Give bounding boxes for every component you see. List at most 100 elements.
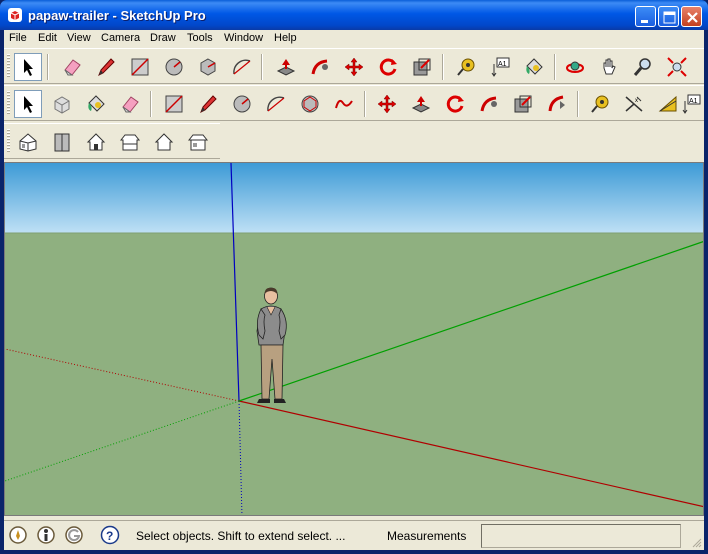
status-bar: ? Select objects. Shift to extend select… xyxy=(4,520,704,550)
rotate-tool-button[interactable] xyxy=(441,90,469,118)
geo-location-icon[interactable] xyxy=(8,525,28,545)
paint-bucket-tool-button[interactable] xyxy=(520,53,548,81)
right-view-button[interactable] xyxy=(116,128,144,156)
toolbar-grip[interactable] xyxy=(7,54,10,78)
svg-text:?: ? xyxy=(106,529,113,543)
menu-draw[interactable]: Draw xyxy=(150,32,176,44)
text-tool-button[interactable]: A1 xyxy=(677,90,705,118)
pencil-tool-button[interactable] xyxy=(92,53,120,81)
polygon-icon xyxy=(301,95,319,113)
measurements-input[interactable] xyxy=(481,524,681,548)
rotate-tool-button[interactable] xyxy=(374,53,402,81)
menu-edit[interactable]: Edit xyxy=(38,32,57,44)
tape-measure-icon xyxy=(457,58,475,76)
circle-icon xyxy=(233,95,251,113)
orbit-tool-button[interactable] xyxy=(561,53,589,81)
polygon-icon xyxy=(200,58,216,76)
credits-icon[interactable] xyxy=(36,525,56,545)
app-window: papaw-trailer - SketchUp Pro File Edit V… xyxy=(0,0,708,554)
paint-bucket-tool-button[interactable] xyxy=(82,90,110,118)
ground xyxy=(5,233,703,515)
front-view-button[interactable] xyxy=(82,128,110,156)
back-view-button[interactable] xyxy=(150,128,178,156)
move-tool-button[interactable] xyxy=(340,53,368,81)
top-view-button[interactable] xyxy=(48,128,76,156)
follow-me-tool-button[interactable] xyxy=(306,53,334,81)
pencil-tool-button[interactable] xyxy=(194,90,222,118)
scene-canvas[interactable] xyxy=(5,163,704,516)
scale-tool-button[interactable] xyxy=(408,53,436,81)
paint-bucket-icon xyxy=(88,95,105,112)
help-icon[interactable]: ? xyxy=(100,525,120,545)
toolbar-separator xyxy=(364,91,366,117)
rotate-icon xyxy=(379,58,397,76)
text-tool-button[interactable]: A1 xyxy=(486,53,514,81)
select-tool-button[interactable] xyxy=(14,53,42,81)
iso-view-button[interactable] xyxy=(14,128,42,156)
toolbar-grip[interactable] xyxy=(7,91,10,115)
make-component-icon xyxy=(54,96,70,114)
menu-window[interactable]: Window xyxy=(224,32,263,44)
make-component-tool-button[interactable] xyxy=(48,90,76,118)
circle-tool-button[interactable] xyxy=(228,90,256,118)
eraser-tool-button[interactable] xyxy=(116,90,144,118)
menu-camera[interactable]: Camera xyxy=(101,32,140,44)
push-pull-tool-button[interactable] xyxy=(407,90,435,118)
toolbar-separator xyxy=(47,54,49,80)
menu-help[interactable]: Help xyxy=(274,32,297,44)
eraser-icon xyxy=(122,96,139,113)
sketchup-logo-icon xyxy=(8,8,22,22)
close-button[interactable] xyxy=(681,6,702,27)
svg-text:x: x xyxy=(635,98,638,104)
left-view-button[interactable] xyxy=(184,128,212,156)
rectangle-tool-button[interactable] xyxy=(160,90,188,118)
window-title: papaw-trailer - SketchUp Pro xyxy=(28,8,206,23)
polygon-tool-button[interactable] xyxy=(296,90,324,118)
follow-me-tool-button[interactable] xyxy=(475,90,503,118)
title-bar[interactable]: papaw-trailer - SketchUp Pro xyxy=(0,0,708,30)
menu-view[interactable]: View xyxy=(67,32,91,44)
tape-measure-tool-button[interactable] xyxy=(586,90,614,118)
move-tool-button[interactable] xyxy=(373,90,401,118)
pan-tool-button[interactable] xyxy=(595,53,623,81)
rectangle-tool-button[interactable] xyxy=(126,53,154,81)
arc-tool-button[interactable] xyxy=(262,90,290,118)
toolbar-separator xyxy=(442,54,444,80)
iso-view-icon xyxy=(19,133,37,152)
right-view-icon xyxy=(119,134,141,151)
offset-icon xyxy=(548,95,565,112)
sign-in-icon[interactable] xyxy=(64,525,84,545)
zoom-tool-button[interactable] xyxy=(629,53,657,81)
freehand-tool-button[interactable] xyxy=(330,90,358,118)
menu-file[interactable]: File xyxy=(9,32,27,44)
follow-me-icon xyxy=(311,59,328,75)
eraser-tool-button[interactable] xyxy=(58,53,86,81)
getting-started-toolbar: x A1 xyxy=(4,85,704,121)
arc-tool-button[interactable] xyxy=(228,53,256,81)
minimize-button[interactable] xyxy=(635,6,656,27)
sky xyxy=(5,163,703,233)
menu-tools[interactable]: Tools xyxy=(187,32,213,44)
select-tool-button[interactable] xyxy=(14,90,42,118)
model-viewport[interactable] xyxy=(4,162,704,516)
toolbar-grip[interactable] xyxy=(7,129,10,153)
scale-tool-button[interactable] xyxy=(509,90,537,118)
maximize-icon xyxy=(663,11,676,24)
offset-tool-button[interactable] xyxy=(543,90,571,118)
pencil-icon xyxy=(200,95,217,114)
maximize-button[interactable] xyxy=(658,6,679,27)
views-toolbar xyxy=(4,123,220,159)
polygon-tool-button[interactable] xyxy=(194,53,222,81)
zoom-extents-tool-button[interactable] xyxy=(663,53,691,81)
tape-measure-tool-button[interactable] xyxy=(452,53,480,81)
toolbar-separator xyxy=(554,54,556,80)
circle-tool-button[interactable] xyxy=(160,53,188,81)
push-pull-tool-button[interactable] xyxy=(272,53,300,81)
follow-me-icon xyxy=(480,96,497,112)
resize-grip-icon[interactable] xyxy=(690,536,702,548)
dimension-tool-button[interactable]: x xyxy=(620,90,648,118)
select-icon xyxy=(24,96,33,113)
status-message: Select objects. Shift to extend select. … xyxy=(136,529,346,543)
push-pull-icon xyxy=(411,96,431,113)
rectangle-icon xyxy=(131,58,149,76)
